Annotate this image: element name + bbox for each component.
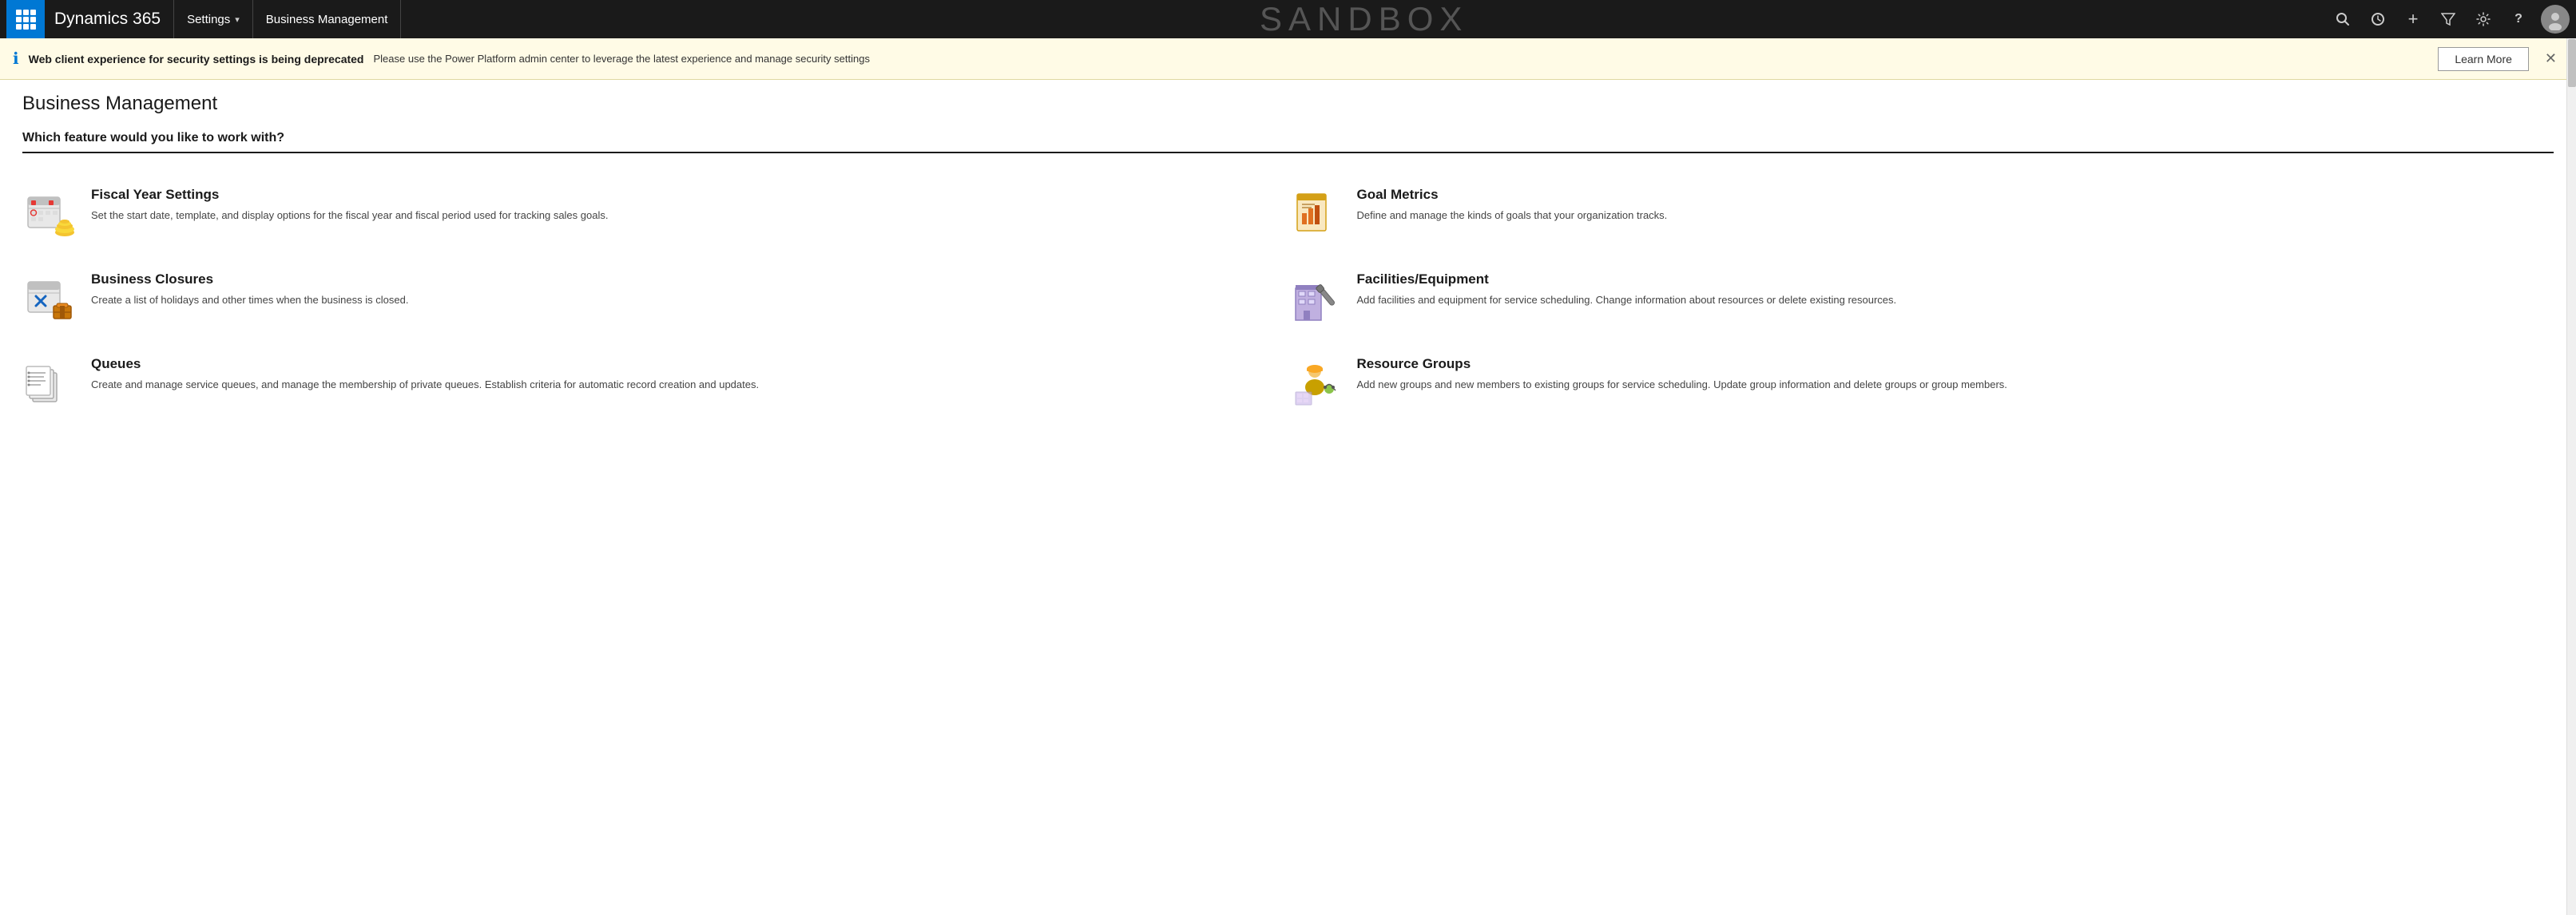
page-content: Business Management Which feature would … [0,80,2576,449]
business-closures-item[interactable]: Business Closures Create a list of holid… [22,257,1288,342]
section-question: Which feature would you like to work wit… [22,131,2554,153]
scroll-thumb[interactable] [2568,39,2576,87]
queues-icon [22,356,78,412]
business-closures-desc: Create a list of holidays and other time… [91,292,1269,308]
queues-title: Queues [91,356,1269,372]
facilities-equipment-desc: Add facilities and equipment for service… [1357,292,2535,308]
help-icon[interactable]: ? [2503,0,2534,38]
learn-more-button[interactable]: Learn More [2438,47,2529,71]
add-icon[interactable]: + [2397,0,2429,38]
goal-metrics-text: Goal Metrics Define and manage the kinds… [1357,187,2535,224]
fiscal-year-text: Fiscal Year Settings Set the start date,… [91,187,1269,224]
filter-icon[interactable] [2432,0,2464,38]
resource-groups-icon [1288,356,1344,412]
resource-groups-item[interactable]: Resource Groups Add new groups and new m… [1288,342,2554,426]
fiscal-year-icon [22,187,78,243]
facilities-equipment-item[interactable]: Facilities/Equipment Add facilities and … [1288,257,2554,342]
queues-text: Queues Create and manage service queues,… [91,356,1269,393]
top-navigation: Dynamics 365 Settings ▾ Business Managem… [0,0,2576,38]
avatar[interactable] [2541,5,2570,34]
facilities-equipment-text: Facilities/Equipment Add facilities and … [1357,271,2535,308]
settings-label: Settings [187,13,230,26]
scrollbar[interactable] [2566,38,2576,915]
items-grid: Fiscal Year Settings Set the start date,… [22,172,2554,426]
notification-banner: ℹ Web client experience for security set… [0,38,2576,80]
nav-icon-group: + ? [2327,0,2570,38]
goal-metrics-title: Goal Metrics [1357,187,2535,203]
settings-menu[interactable]: Settings ▾ [174,0,253,38]
banner-description: Please use the Power Platform admin cent… [374,53,2429,65]
goal-metrics-icon [1288,187,1344,243]
queues-desc: Create and manage service queues, and ma… [91,377,1269,393]
search-icon[interactable] [2327,0,2359,38]
business-closures-title: Business Closures [91,271,1269,287]
fiscal-year-settings-item[interactable]: Fiscal Year Settings Set the start date,… [22,172,1288,257]
goal-metrics-desc: Define and manage the kinds of goals tha… [1357,208,2535,224]
facilities-equipment-title: Facilities/Equipment [1357,271,2535,287]
section-name: Business Management [253,0,402,38]
resource-groups-text: Resource Groups Add new groups and new m… [1357,356,2535,393]
business-closures-icon [22,271,78,327]
app-name: Dynamics 365 [45,0,174,38]
fiscal-year-title: Fiscal Year Settings [91,187,1269,203]
resource-groups-title: Resource Groups [1357,356,2535,372]
page-title: Business Management [22,93,2554,115]
goal-metrics-item[interactable]: Goal Metrics Define and manage the kinds… [1288,172,2554,257]
chevron-down-icon: ▾ [235,14,240,25]
waffle-button[interactable] [6,0,45,38]
business-closures-text: Business Closures Create a list of holid… [91,271,1269,308]
queues-item[interactable]: Queues Create and manage service queues,… [22,342,1288,426]
banner-title: Web client experience for security setti… [29,53,364,65]
facilities-equipment-icon [1288,271,1344,327]
info-icon: ℹ [13,49,19,69]
gear-icon[interactable] [2467,0,2499,38]
resource-groups-desc: Add new groups and new members to existi… [1357,377,2535,393]
close-banner-button[interactable]: ✕ [2538,50,2563,67]
sandbox-label: SANDBOX [401,0,2327,38]
history-icon[interactable] [2362,0,2394,38]
fiscal-year-desc: Set the start date, template, and displa… [91,208,1269,224]
